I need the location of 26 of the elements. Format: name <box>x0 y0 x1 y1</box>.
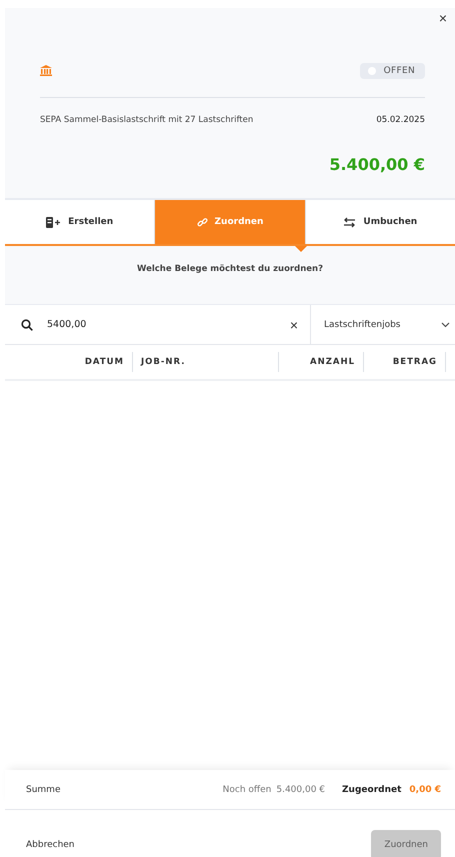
clear-button[interactable]: × <box>286 316 302 332</box>
filter-dropdown[interactable]: Lastschriftenjobs <box>310 305 455 344</box>
summary-label: Summe <box>26 784 62 794</box>
transaction-amount: 5.400,00 € <box>329 155 425 174</box>
status-badge: OFFEN <box>360 62 425 78</box>
caret-icon <box>295 246 307 252</box>
column-header[interactable]: ANZAHL <box>279 352 364 372</box>
search-field[interactable]: 5400,00 <box>45 318 274 331</box>
bank-icon <box>40 65 52 76</box>
link-icon <box>196 216 208 228</box>
search-icon <box>21 318 33 330</box>
prompt-text: Welche Belege möchtest du zuordnen? <box>137 264 323 274</box>
open-amount: 5.400,00 € <box>276 784 326 794</box>
column-header[interactable]: JOB-NR. <box>133 352 279 372</box>
transaction-description: SEPA Sammel-Basislastschrift mit 27 Lastschriften <box>40 115 254 125</box>
assigned-label: Zugeordnet <box>342 784 402 794</box>
swap-arrows-icon <box>343 216 356 228</box>
assigned-amount: 0,00 € <box>409 784 441 794</box>
cancel-button[interactable]: Abbrechen <box>26 840 75 850</box>
column-header[interactable]: DATUM <box>5 352 133 372</box>
close-button[interactable]: × <box>436 10 449 26</box>
document-plus-icon <box>46 216 62 228</box>
open-label: Noch offen <box>222 784 272 794</box>
column-header[interactable]: BETRAG <box>364 352 446 372</box>
chevron-down-icon <box>441 322 450 328</box>
transaction-date: 05.02.2025 <box>376 115 425 125</box>
